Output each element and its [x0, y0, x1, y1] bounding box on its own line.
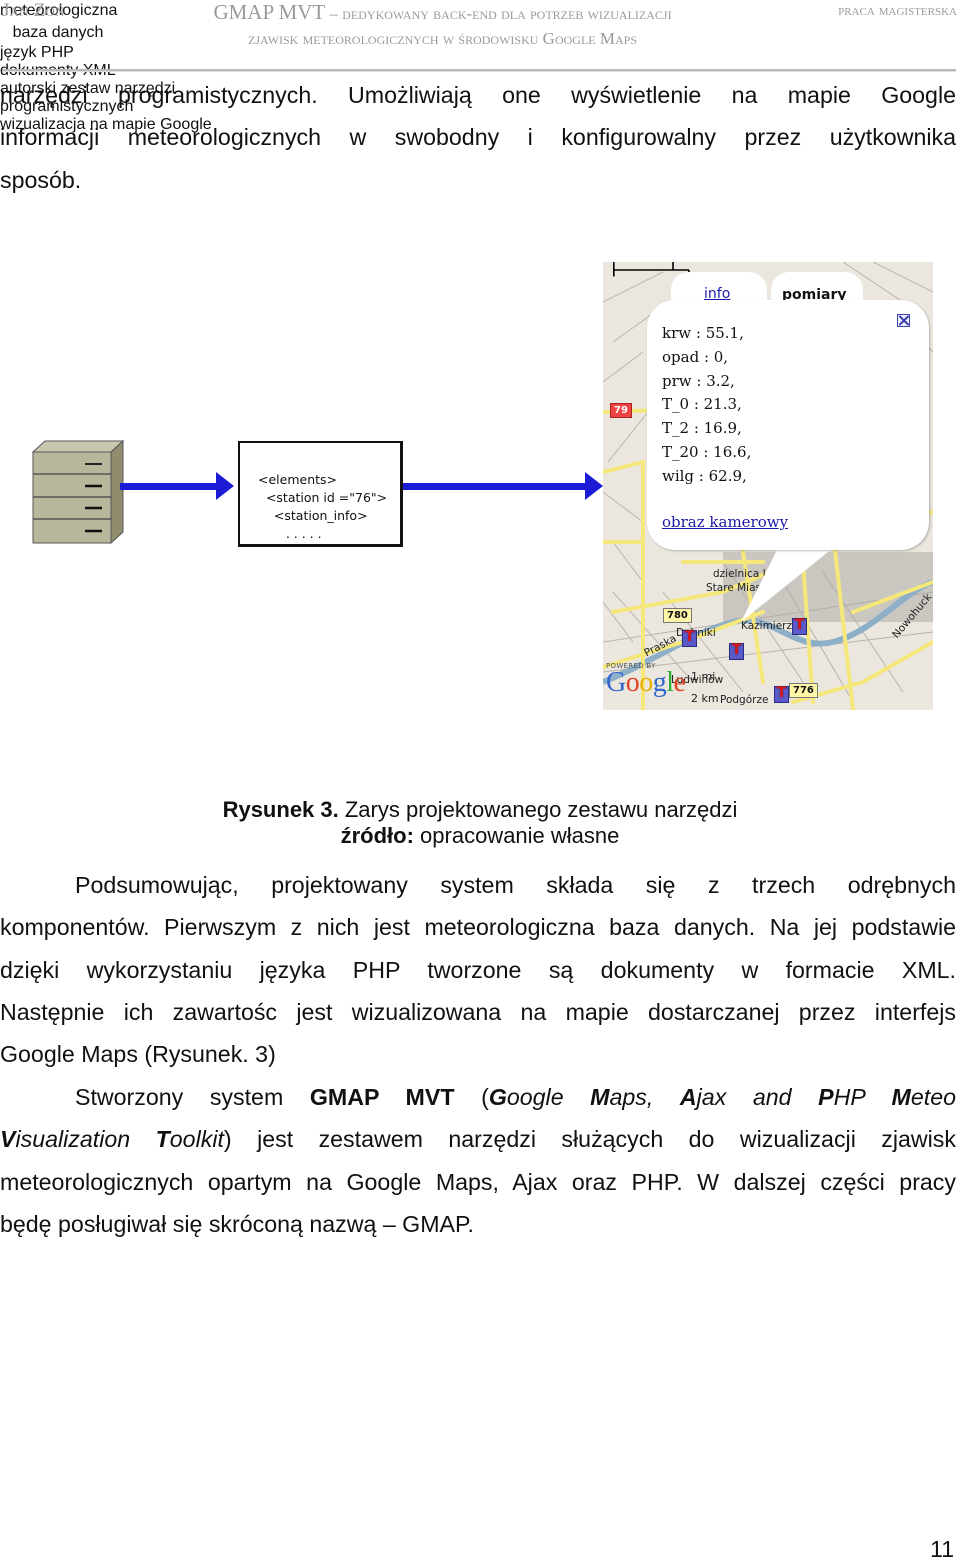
xml-code-sample: <elements> <station id ="76"> <station_i…: [258, 472, 388, 541]
header-author: Jan Zoń: [2, 0, 65, 21]
text-fragment: jax and: [696, 1084, 819, 1110]
text-fragment: isualization: [15, 1126, 156, 1153]
paragraph-summary: Podsumowując, projektowany system składa…: [0, 864, 956, 1075]
measurement-item: prw : 3.2,: [662, 371, 735, 390]
text-fragment: Stworzony system: [75, 1084, 310, 1110]
text-fragment: oolkit: [169, 1126, 224, 1153]
text-fragment: eteo: [910, 1084, 957, 1110]
acronym-letter: V: [0, 1126, 16, 1153]
measurement-item: T_0 : 21.3,: [662, 395, 742, 414]
acronym-letter: G: [488, 1084, 507, 1110]
text-line: Google Maps (Rysunek. 3): [0, 1041, 276, 1068]
arrow-php: [120, 472, 234, 500]
measurement-item: opad : 0,: [662, 347, 729, 366]
paragraph-gmap-mvt: Stworzony system GMAP MVT (Google Maps, …: [0, 1076, 956, 1245]
text-line: sposób.: [0, 166, 82, 193]
text-fragment: ) jest zestawem narzędzi służących do wi…: [223, 1126, 956, 1153]
measurement-item: T_20 : 16.6,: [662, 442, 752, 461]
figure-caption: Rysunek 3. Zarys projektowanego zestawu …: [0, 797, 960, 822]
text-fragment: oogle: [506, 1084, 591, 1110]
camera-image-link[interactable]: obraz kamerowy: [662, 513, 788, 531]
text-line: Następnie ich zawartośc jest wizualizowa…: [0, 998, 956, 1025]
running-header: Jan Zoń GMAP MVT – dedykowany back-end d…: [0, 0, 960, 60]
measurement-item: krw : 55.1,: [662, 324, 744, 342]
text-fragment: aps,: [609, 1084, 680, 1110]
text-fragment: HP: [833, 1084, 892, 1110]
text-line: Stworzony system GMAP MVT (Google Maps, …: [0, 1076, 956, 1118]
text-line: Visualization Toolkit) jest zestawem nar…: [0, 1118, 956, 1160]
acronym-letter: T: [155, 1126, 170, 1153]
text-line: Podsumowując, projektowany system składa…: [75, 872, 956, 898]
acronym: GMAP MVT: [309, 1084, 455, 1110]
xml-document-box: <elements> <station id ="76"> <station_i…: [238, 441, 403, 547]
header-title-rest: – dedykowany back-end dla potrzeb wizual…: [325, 4, 672, 23]
text-fragment: (: [454, 1084, 489, 1110]
text-line: dzięki wykorzystaniu języka PHP tworzone…: [0, 956, 956, 983]
acronym-letter: M: [891, 1084, 911, 1110]
header-title: GMAP MVT – dedykowany back-end dla potrz…: [155, 0, 730, 52]
text-line: meteorologicznych opartym na Google Maps…: [0, 1168, 956, 1195]
arrow-toolkit: [403, 472, 603, 500]
measurement-item: wilg : 62.9,: [662, 466, 747, 485]
header-document-type: praca magisterska: [838, 2, 957, 19]
source-text: opracowanie własne: [413, 823, 620, 848]
measurement-item: T_2 : 16.9,: [662, 419, 742, 438]
text-line: informacji meteorologicznych w swobodny …: [0, 124, 956, 151]
text-line: narzędzi programistycznych. Umożliwiają …: [0, 82, 956, 108]
caption-text: Zarys projektowanego zestawu narzędzi: [338, 797, 738, 822]
header-rule: [2, 69, 956, 72]
text-line: będę posługiwał się skróconą nazwą – GMA…: [0, 1210, 474, 1237]
source-label: źródło:: [340, 823, 414, 848]
acronym-letter: A: [679, 1084, 697, 1110]
database-cabinet-icon: [31, 440, 125, 545]
google-map[interactable]: 79 780 776 dzielnica I Stare Miasto Kazi…: [603, 262, 933, 710]
close-icon[interactable]: [897, 314, 910, 327]
acronym-letter: P: [818, 1084, 834, 1110]
figure-source: źródło: opracowanie własne: [0, 823, 960, 848]
paragraph-continuation: narzędzi programistycznych. Umożliwiają …: [0, 74, 956, 201]
header-title-line2: zjawisk meteorologicznych w środowisku G…: [247, 29, 637, 48]
measurement-list: krw : 55.1, opad : 0, prw : 3.2, T_0 : 2…: [662, 322, 751, 489]
caption-number: Rysunek 3.: [222, 797, 339, 822]
acronym-letter: M: [590, 1084, 610, 1110]
text-line: komponentów. Pierwszym z nich jest meteo…: [0, 914, 956, 941]
header-title-lead: GMAP MVT: [213, 0, 326, 24]
